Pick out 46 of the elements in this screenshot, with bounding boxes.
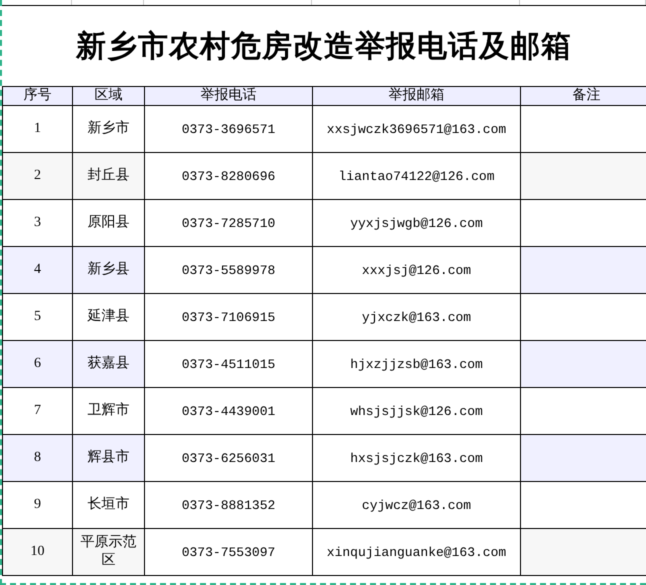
table-cell: 0373-8280696	[144, 152, 312, 200]
table-cell: 平原示范区	[72, 528, 144, 576]
table-cell: 0373-7553097	[144, 528, 312, 576]
table-cell: xxxjsj@126.com	[312, 246, 520, 294]
table-cell: 新乡市	[72, 106, 144, 152]
column-header: 序号	[2, 86, 72, 106]
column-header: 举报邮箱	[312, 86, 520, 106]
table-cell: 1	[2, 106, 72, 152]
table-cell: 4	[2, 246, 72, 294]
table-cell: yyxjsjwgb@126.com	[312, 200, 520, 246]
column-header: 备注	[520, 86, 646, 106]
table-cell: hxsjsjczk@163.com	[312, 434, 520, 482]
table-cell: 3	[2, 200, 72, 246]
table-cell: hjxzjjzsb@163.com	[312, 340, 520, 388]
table-cell: 9	[2, 482, 72, 528]
table-cell: 0373-7106915	[144, 294, 312, 340]
table-cell: 7	[2, 388, 72, 434]
table-cell: 辉县市	[72, 434, 144, 482]
table-cell: 封丘县	[72, 152, 144, 200]
table-cell: yjxczk@163.com	[312, 294, 520, 340]
table-cell: 原阳县	[72, 200, 144, 246]
table-cell: xxsjwczk3696571@163.com	[312, 106, 520, 152]
table-cell: 新乡县	[72, 246, 144, 294]
table-cell: 0373-4439001	[144, 388, 312, 434]
column-header: 举报电话	[144, 86, 312, 106]
table-cell: 10	[2, 528, 72, 576]
table-cell: cyjwcz@163.com	[312, 482, 520, 528]
table-cell: 0373-5589978	[144, 246, 312, 294]
table-cell: 6	[2, 340, 72, 388]
table-cell: 0373-7285710	[144, 200, 312, 246]
table-cell: 0373-3696571	[144, 106, 312, 152]
table-cell: 卫辉市	[72, 388, 144, 434]
column-header: 区域	[72, 86, 144, 106]
table-cell: 2	[2, 152, 72, 200]
table-cell: 5	[2, 294, 72, 340]
table-cell: 延津县	[72, 294, 144, 340]
table-cell: 0373-6256031	[144, 434, 312, 482]
table-cell: 8	[2, 434, 72, 482]
table-cell: 0373-4511015	[144, 340, 312, 388]
table-cell: whsjsjjsk@126.com	[312, 388, 520, 434]
table-cell: liantao74122@126.com	[312, 152, 520, 200]
table-cell: xinqujianguanke@163.com	[312, 528, 520, 576]
table-cell: 0373-8881352	[144, 482, 312, 528]
table-cell: 长垣市	[72, 482, 144, 528]
sheet-title: 新乡市农村危房改造举报电话及邮箱	[76, 28, 572, 64]
table-cell: 获嘉县	[72, 340, 144, 388]
